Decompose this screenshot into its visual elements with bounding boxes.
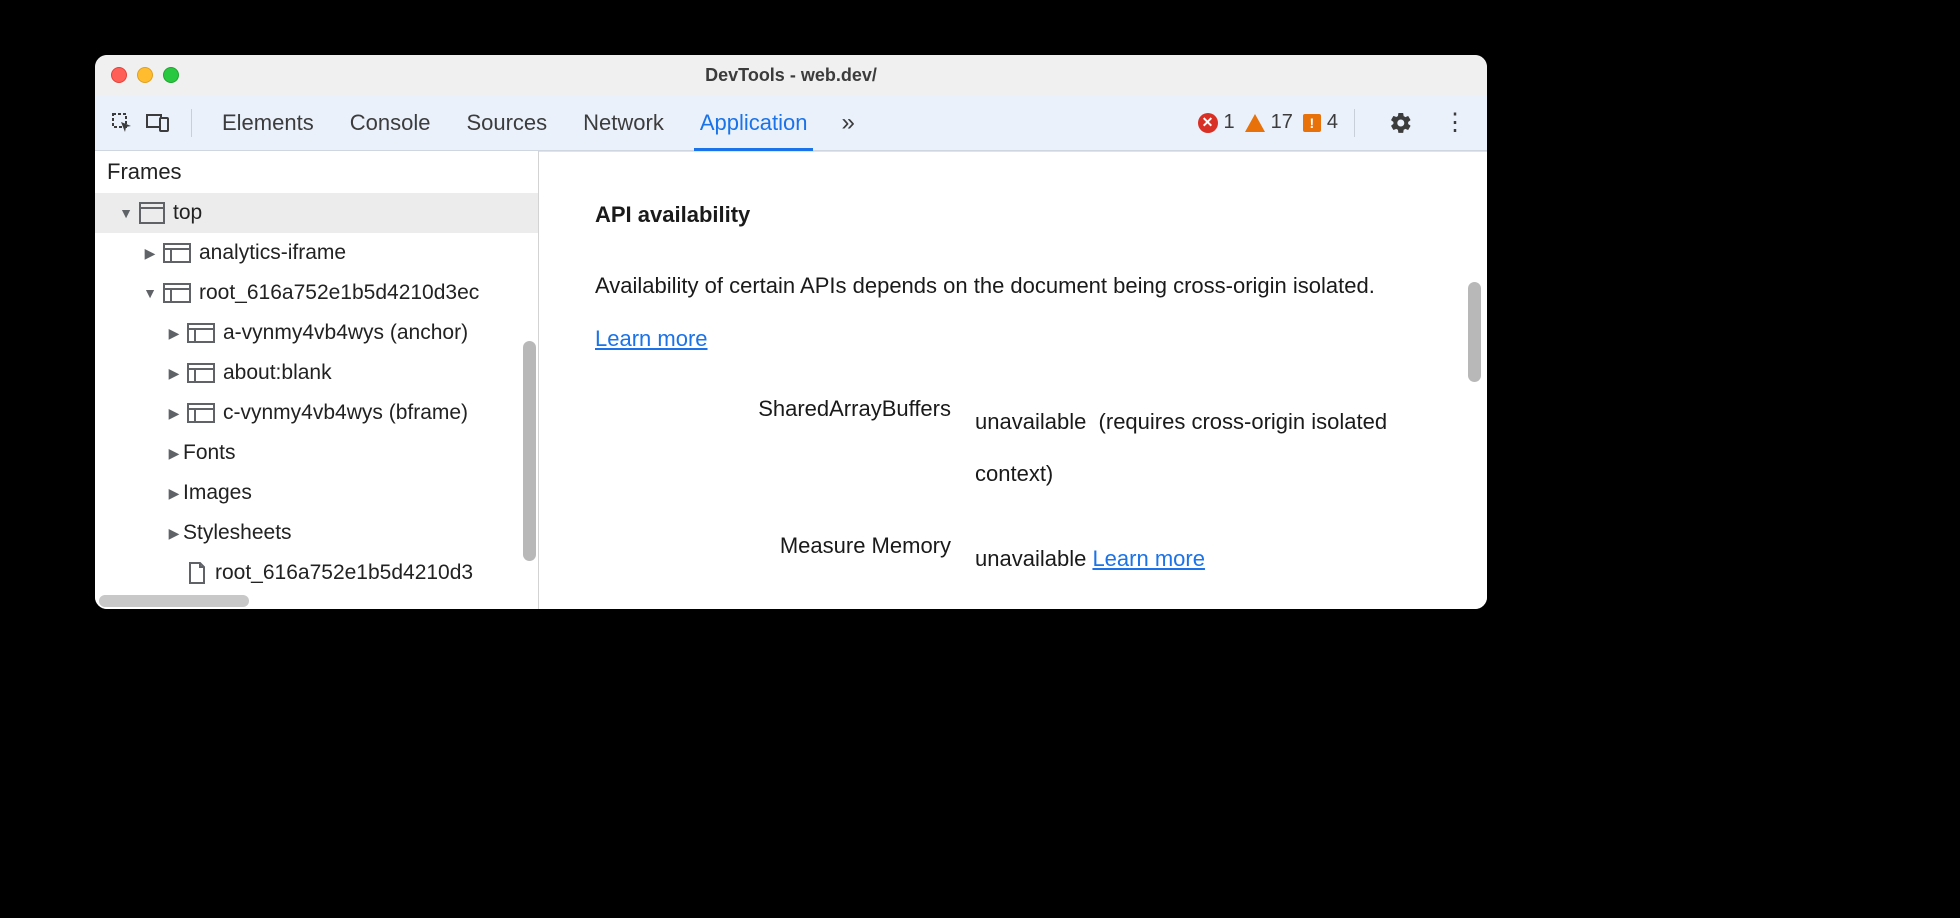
tree-item-cvy[interactable]: ▶ c-vynmy4vb4wys (bframe) [95,393,538,433]
error-icon: ✕ [1198,113,1218,133]
api-value: unavailable Learn more [975,533,1447,586]
frame-icon [187,363,215,383]
sidebar-header: Frames [95,151,538,193]
disclosure-icon: ▶ [167,525,181,542]
disclosure-icon: ▶ [167,485,181,502]
settings-icon[interactable] [1389,111,1413,135]
titlebar: DevTools - web.dev/ [95,55,1487,95]
divider [1354,109,1355,137]
tree-item-label: analytics-iframe [199,241,346,265]
window-title: DevTools - web.dev/ [95,65,1487,86]
tree-item-label: about:blank [223,361,332,385]
device-icon[interactable] [145,110,171,136]
disclosure-icon: ▶ [167,405,181,422]
tab-elements[interactable]: Elements [222,95,314,150]
frames-sidebar: Frames ▼ top ▶ analytics-iframe ▼ root_616a75… [95,151,539,609]
kebab-menu-icon[interactable]: ⋮ [1443,108,1467,137]
tree-item-top[interactable]: ▼ top [95,193,538,233]
content-scrollbar[interactable] [1468,282,1481,382]
learn-more-link[interactable]: Learn more [1092,546,1205,571]
frame-icon [187,403,215,423]
tab-network[interactable]: Network [583,95,664,150]
tab-console[interactable]: Console [350,95,431,150]
tree-item-blank[interactable]: ▶ about:blank [95,353,538,393]
tree-item-label: a-vynmy4vb4wys (anchor) [223,321,468,345]
frame-icon [187,323,215,343]
tree-item-avy[interactable]: ▶ a-vynmy4vb4wys (anchor) [95,313,538,353]
errors-count: 1 [1224,111,1235,134]
api-label: SharedArrayBuffers [595,396,975,422]
tree-item-label: root_616a752e1b5d4210d3 [215,561,473,585]
disclosure-icon: ▶ [167,445,181,462]
close-button[interactable] [111,67,127,83]
sidebar-scrollbar[interactable] [523,341,536,561]
status-counters: ✕ 1 17 ! 4 [1198,111,1339,134]
tree-item-ana[interactable]: ▶ analytics-iframe [95,233,538,273]
learn-more-link[interactable]: Learn more [595,326,708,351]
frame-icon [163,243,191,263]
api-row: Measure Memoryunavailable Learn more [595,533,1447,586]
window-icon [139,202,165,224]
issue-icon: ! [1303,114,1321,132]
sidebar-hscrollbar[interactable] [95,593,538,609]
disclosure-icon: ▼ [143,285,157,301]
divider [191,109,192,137]
inspect-icon[interactable] [109,110,135,136]
section-heading: API availability [595,202,1447,228]
section-description: Availability of certain APIs depends on … [595,260,1415,366]
traffic-lights [95,67,179,83]
disclosure-icon: ▶ [143,245,157,262]
frame-icon [163,283,191,303]
frames-tree: ▼ top ▶ analytics-iframe ▼ root_616a752e1b5d4… [95,193,538,593]
tree-item-label: Fonts [183,441,236,465]
tree-item-doc[interactable]: root_616a752e1b5d4210d3 [95,553,538,593]
tree-item-styles[interactable]: ▶Stylesheets [95,513,538,553]
devtools-window: DevTools - web.dev/ Elements Console Sou… [95,55,1487,609]
errors-counter[interactable]: ✕ 1 [1198,111,1235,134]
disclosure-icon: ▶ [167,365,181,382]
tree-item-label: top [173,201,202,225]
warning-icon [1245,114,1265,132]
tree-item-fonts[interactable]: ▶Fonts [95,433,538,473]
tree-item-label: Images [183,481,252,505]
document-icon [187,562,207,584]
warnings-counter[interactable]: 17 [1245,111,1293,134]
panel-tabs: Elements Console Sources Network Applica… [208,95,807,150]
issues-counter[interactable]: ! 4 [1303,111,1338,134]
toolbar: Elements Console Sources Network Applica… [95,95,1487,151]
tab-sources[interactable]: Sources [466,95,547,150]
disclosure-icon: ▼ [119,205,133,221]
tree-item-label: root_616a752e1b5d4210d3ec [199,281,479,305]
maximize-button[interactable] [163,67,179,83]
tab-application[interactable]: Application [700,95,808,150]
main-split: Frames ▼ top ▶ analytics-iframe ▼ root_616a75… [95,151,1487,609]
tree-item-images[interactable]: ▶Images [95,473,538,513]
minimize-button[interactable] [137,67,153,83]
tree-item-root[interactable]: ▼ root_616a752e1b5d4210d3ec [95,273,538,313]
issues-count: 4 [1327,111,1338,134]
content-pane: API availability Availability of certain… [539,151,1487,609]
warnings-count: 17 [1271,111,1293,134]
more-tabs-icon[interactable]: » [841,109,854,137]
disclosure-icon: ▶ [167,325,181,342]
tree-item-label: c-vynmy4vb4wys (bframe) [223,401,468,425]
api-availability-table: SharedArrayBuffersunavailable (requires … [595,396,1447,586]
api-label: Measure Memory [595,533,975,559]
api-row: SharedArrayBuffersunavailable (requires … [595,396,1447,502]
desc-text: Availability of certain APIs depends on … [595,273,1375,298]
tree-item-label: Stylesheets [183,521,292,545]
api-value: unavailable (requires cross-origin isola… [975,396,1447,502]
